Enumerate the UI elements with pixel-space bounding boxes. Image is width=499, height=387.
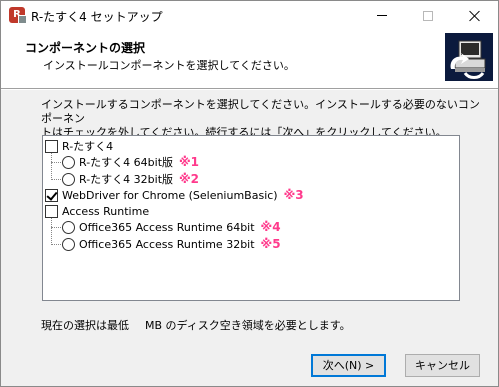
page-subtitle: インストールコンポーネントを選択してください。 <box>43 59 295 72</box>
checkbox[interactable] <box>45 204 58 218</box>
component-label: R-たすく4 <box>62 140 114 153</box>
radio-button[interactable] <box>62 220 75 234</box>
component-access-runtime-64bit[interactable]: Office365 Access Runtime 64bit ※4 <box>62 219 281 235</box>
component-label: Office365 Access Runtime 32bit <box>79 237 255 251</box>
tree-connector <box>51 227 61 228</box>
minimize-icon <box>377 15 387 16</box>
component-label: R-たすく4 32bit版 <box>79 173 174 186</box>
disk-space-note: 現在の選択は最低 MB のディスク空き領域を必要とします。 <box>41 317 351 333</box>
component-label: WebDriver for Chrome (SeleniumBasic) <box>62 188 278 202</box>
component-label: Access Runtime <box>62 204 150 218</box>
title-bar[interactable]: R R-たすく4 セットアップ <box>1 1 498 30</box>
tree-connector <box>51 153 52 180</box>
annotation-marker: ※5 <box>260 237 281 251</box>
computer-install-icon <box>445 33 493 81</box>
instructions-text: インストールするコンポーネントを選択してください。インストールする必要のないコン… <box>41 98 481 140</box>
window-title: R-たすく4 セットアップ <box>31 10 163 24</box>
component-access-runtime-32bit[interactable]: Office365 Access Runtime 32bit ※5 <box>62 236 281 252</box>
page-title: コンポーネントの選択 <box>25 41 146 55</box>
annotation-marker: ※1 <box>179 155 200 169</box>
next-button[interactable]: 次へ(N) > <box>311 354 386 377</box>
component-access-runtime[interactable]: Access Runtime <box>45 203 149 219</box>
radio-button[interactable] <box>62 172 75 186</box>
component-tree[interactable]: R-たすく4 R-たすく4 64bit版 ※1 R-たすく4 32bit版 ※2… <box>42 135 460 301</box>
header-divider <box>1 88 498 90</box>
tree-connector <box>51 244 61 245</box>
close-button[interactable] <box>451 1 497 30</box>
component-label: Office365 Access Runtime 64bit <box>79 220 255 234</box>
tree-connector <box>51 179 61 180</box>
setup-window: R R-たすく4 セットアップ コンポーネントの選択 インストールコンポーネント… <box>0 0 499 387</box>
page-header: コンポーネントの選択 インストールコンポーネントを選択してください。 <box>1 30 498 88</box>
tree-connector <box>51 162 61 163</box>
checkbox[interactable] <box>45 139 58 153</box>
component-label: R-たすく4 64bit版 <box>79 156 174 169</box>
disk-space-suffix: MB のディスク空き領域を必要とします。 <box>145 319 351 332</box>
annotation-marker: ※3 <box>283 188 304 202</box>
instructions-line-1: インストールするコンポーネントを選択してください。インストールする必要のないコン… <box>41 98 480 125</box>
annotation-marker: ※2 <box>179 172 200 186</box>
tree-connector <box>51 218 52 245</box>
cancel-button[interactable]: キャンセル <box>405 354 480 377</box>
disk-space-prefix: 現在の選択は最低 <box>41 319 129 332</box>
app-installer-icon: R <box>9 7 27 24</box>
component-r-tasuku4-64bit[interactable]: R-たすく4 64bit版 ※1 <box>62 154 199 170</box>
maximize-icon <box>423 10 433 21</box>
maximize-button <box>405 1 451 30</box>
component-r-tasuku4[interactable]: R-たすく4 <box>45 138 113 154</box>
annotation-marker: ※4 <box>260 220 281 234</box>
component-r-tasuku4-32bit[interactable]: R-たすく4 32bit版 ※2 <box>62 171 199 187</box>
component-webdriver-chrome[interactable]: WebDriver for Chrome (SeleniumBasic) ※3 <box>45 187 304 203</box>
checkbox-checked[interactable] <box>45 188 58 202</box>
radio-button[interactable] <box>62 237 75 251</box>
radio-button[interactable] <box>62 155 75 169</box>
close-icon <box>469 10 480 21</box>
minimize-button[interactable] <box>359 1 405 30</box>
